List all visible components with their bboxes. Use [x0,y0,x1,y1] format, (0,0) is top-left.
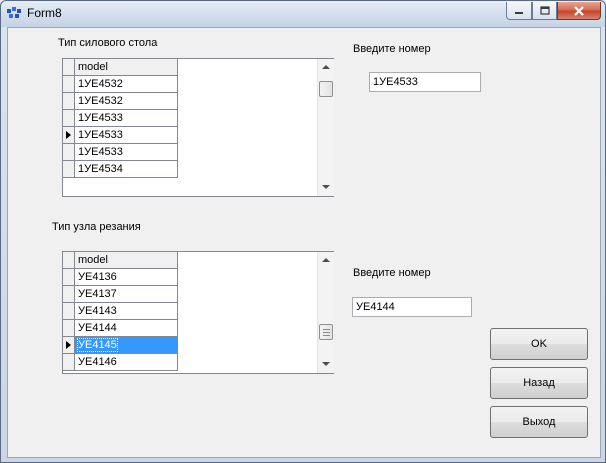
row-indicator[interactable] [63,269,75,286]
grip-line [323,335,330,336]
row-indicator[interactable] [63,161,75,178]
app-form-icon [7,7,21,18]
table-grid-1[interactable]: model 1УЕ4532 1УЕ4532 1УЕ4533 1УЕ4533 1УЕ453… [62,58,334,197]
cell-text: 1УЕ4534 [78,163,123,175]
section1-label: Тип силового стола [58,37,158,49]
cell-text: УЕ4144 [78,322,117,334]
cell-text: УЕ4143 [78,305,117,317]
cell-text: 1УЕ4533 [78,129,123,141]
grid2-header-row: model [63,252,178,269]
scroll-down-arrow-icon[interactable] [322,362,330,366]
table-cell-model[interactable]: УЕ4136 [75,269,178,286]
minimize-icon [515,11,523,14]
maximize-button[interactable] [532,2,557,20]
row-indicator[interactable] [63,127,75,144]
table-row[interactable]: УЕ4145 [63,337,178,354]
table-cell-model[interactable]: УЕ4137 [75,286,178,303]
grid2-column-header-model[interactable]: model [75,252,178,269]
grip-line [323,329,330,330]
grid1-header-row: model [63,59,178,76]
table-row[interactable]: 1УЕ4532 [63,76,178,93]
row-indicator[interactable] [63,337,75,354]
cell-text: УЕ4136 [78,271,117,283]
form-window: Form8 Тип силового стола model 1УЕ4532 1У… [0,0,606,463]
grid1-scroll-thumb[interactable] [319,81,333,97]
row-indicator[interactable] [63,144,75,161]
grip-line [323,332,330,333]
scroll-up-arrow-icon[interactable] [322,65,330,69]
row-indicator[interactable] [63,320,75,337]
back-button[interactable]: Назад [490,367,588,399]
cell-text: УЕ4137 [78,288,117,300]
grid2-header-indicator [63,252,75,269]
table-row[interactable]: 1УЕ4532 [63,93,178,110]
close-button[interactable] [557,2,601,20]
grid1-scrollbar[interactable] [317,59,334,196]
exit-button[interactable]: Выход [490,406,588,438]
row-indicator[interactable] [63,303,75,320]
table-cell-model[interactable]: 1УЕ4532 [75,76,178,93]
row-indicator[interactable] [63,76,75,93]
table-cell-model[interactable]: 1УЕ4532 [75,93,178,110]
grid1-column-header-model[interactable]: model [75,59,178,76]
table-row[interactable]: УЕ4144 [63,320,178,337]
section2-number-label: Введите номер [353,267,431,279]
window-title: Form8 [27,6,62,20]
table-cell-model[interactable]: 1УЕ4533 [75,110,178,127]
section2-number-input[interactable]: УЕ4144 [352,297,472,317]
section1-number-label: Введите номер [353,43,431,55]
table-cell-model[interactable]: УЕ4146 [75,354,178,371]
scroll-up-arrow-icon[interactable] [322,258,330,262]
table-row[interactable]: УЕ4136 [63,269,178,286]
grid1-header-indicator [63,59,75,76]
table-row[interactable]: УЕ4137 [63,286,178,303]
table-cell-model[interactable]: 1УЕ4533 [75,127,178,144]
cell-text: УЕ4145 [77,338,118,352]
section2-label: Тип узла резания [52,221,141,233]
row-indicator[interactable] [63,110,75,127]
cell-text: 1УЕ4533 [78,112,123,124]
grid2-scrollbar[interactable] [317,252,334,373]
row-indicator[interactable] [63,354,75,371]
row-indicator[interactable] [63,93,75,110]
cell-text: 1УЕ4532 [78,95,123,107]
cell-text: 1УЕ4533 [78,146,123,158]
table-row[interactable]: 1УЕ4533 [63,127,178,144]
table-grid-2[interactable]: model УЕ4136 УЕ4137 УЕ4143 УЕ4144 УЕ4145 УЕ41… [62,251,334,374]
table-cell-model[interactable]: УЕ4144 [75,320,178,337]
current-row-arrow-icon [66,341,71,349]
table-cell-model[interactable]: УЕ4143 [75,303,178,320]
table-cell-model[interactable]: УЕ4145 [75,337,178,354]
table-cell-model[interactable]: 1УЕ4533 [75,144,178,161]
current-row-arrow-icon [66,131,71,139]
cell-text: 1УЕ4532 [78,78,123,90]
ok-button[interactable]: OK [490,328,588,360]
table-row[interactable]: 1УЕ4533 [63,144,178,161]
cell-text: УЕ4146 [78,356,117,368]
table-row[interactable]: УЕ4146 [63,354,178,371]
row-indicator[interactable] [63,286,75,303]
section1-number-input[interactable]: 1УЕ4533 [369,72,481,92]
table-row[interactable]: 1УЕ4534 [63,161,178,178]
minimize-button[interactable] [506,2,532,20]
table-cell-model[interactable]: 1УЕ4534 [75,161,178,178]
title-bar[interactable]: Form8 [1,1,605,27]
grid2-scroll-thumb[interactable] [319,324,333,340]
close-icon [574,5,584,16]
table-row[interactable]: 1УЕ4533 [63,110,178,127]
table-row[interactable]: УЕ4143 [63,303,178,320]
scroll-down-arrow-icon[interactable] [322,185,330,189]
maximize-icon [539,6,550,15]
form-client-area: Тип силового стола model 1УЕ4532 1УЕ4532 1… [7,27,601,458]
